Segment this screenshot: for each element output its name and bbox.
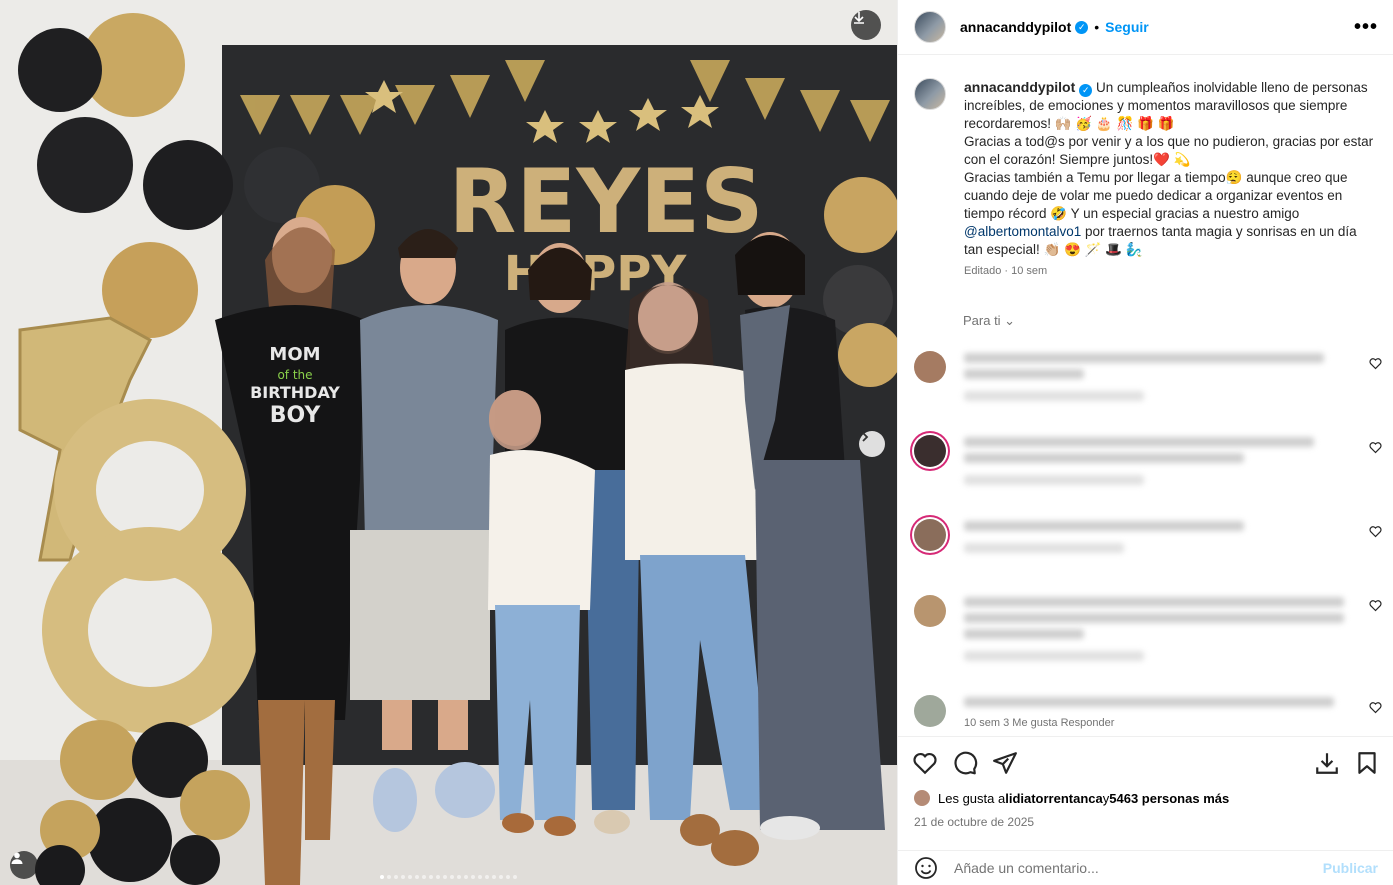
chevron-right-icon	[862, 432, 869, 442]
caption: annacanddypilot ✓ Un cumpleaños inolvidab…	[898, 56, 1393, 277]
comment-item	[898, 427, 1393, 511]
carousel-dot	[471, 875, 475, 879]
share-icon[interactable]	[992, 750, 1018, 776]
carousel-dot	[478, 875, 482, 879]
shirt-line-4: BOY	[270, 403, 322, 428]
carousel-dot	[506, 875, 510, 879]
comments-scroll[interactable]: annacanddypilot ✓ Un cumpleaños inolvidab…	[898, 56, 1393, 732]
carousel-dot	[450, 875, 454, 879]
download-icon	[854, 12, 864, 24]
comment-input[interactable]	[952, 859, 1323, 877]
post-photo[interactable]: REYES HAPPY MOM of the BIRTHDAY BOY	[0, 0, 897, 885]
caption-mention[interactable]: @albertomontalvo1	[964, 224, 1081, 239]
bookmark-icon[interactable]	[1354, 750, 1380, 776]
comment-item	[898, 595, 1393, 691]
party-scene: REYES HAPPY MOM of the BIRTHDAY BOY	[0, 0, 897, 885]
carousel-dot	[457, 875, 461, 879]
carousel-dot	[443, 875, 447, 879]
carousel-dot	[429, 875, 433, 879]
comment-item	[898, 343, 1393, 427]
comment-like-icon[interactable]	[1369, 701, 1382, 714]
carousel-dot	[422, 875, 426, 879]
comment-avatar[interactable]	[914, 435, 946, 467]
caption-avatar[interactable]	[914, 78, 946, 110]
carousel-dot	[415, 875, 419, 879]
author-username[interactable]: annacanddypilot	[960, 19, 1071, 35]
author-avatar[interactable]	[914, 11, 946, 43]
user-icon	[11, 852, 23, 864]
comment-like-icon[interactable]	[1369, 441, 1382, 454]
sort-comments[interactable]: Para ti ⌄	[963, 313, 1393, 329]
likes-summary: Les gusta a lidiatorrentanca y 5463 pers…	[914, 790, 1229, 806]
separator-dot: •	[1094, 19, 1100, 35]
shirt-line-1: MOM	[269, 344, 320, 365]
carousel-dot	[485, 875, 489, 879]
follow-button[interactable]: Seguir	[1105, 19, 1149, 35]
carousel-dot	[408, 875, 412, 879]
carousel-dot	[380, 875, 384, 879]
heart-icon[interactable]	[912, 750, 938, 776]
comment-avatar[interactable]	[914, 351, 946, 383]
carousel-dot	[394, 875, 398, 879]
more-options-icon[interactable]: •••	[1354, 16, 1378, 39]
carousel-dot	[499, 875, 503, 879]
carousel-dot	[387, 875, 391, 879]
carousel-dot	[464, 875, 468, 879]
liker-avatar[interactable]	[914, 790, 930, 806]
comment-icon[interactable]	[952, 750, 978, 776]
post-date[interactable]: 21 de octubre de 2025	[914, 815, 1034, 829]
photo-download-button[interactable]	[851, 10, 881, 40]
carousel-dot	[492, 875, 496, 879]
likes-count[interactable]: 5463 personas más	[1109, 791, 1229, 806]
comment-avatar[interactable]	[914, 595, 946, 627]
post-actions	[898, 736, 1393, 788]
comment-avatar[interactable]	[914, 519, 946, 551]
verified-badge-icon: ✓	[1075, 20, 1089, 34]
comment-avatar[interactable]	[914, 695, 946, 727]
likes-prefix: Les gusta a	[938, 790, 1006, 806]
carousel-dot	[513, 875, 517, 879]
emoji-icon[interactable]	[914, 856, 938, 880]
comment-like-icon[interactable]	[1369, 525, 1382, 538]
comment-item: 10 sem 3 Me gusta Responder	[898, 691, 1393, 732]
caption-text: annacanddypilot ✓ Un cumpleaños inolvidab…	[964, 78, 1378, 259]
carousel-indicator	[0, 875, 897, 879]
caption-line-3: Gracias también a Temu por llegar a tiem…	[964, 170, 1348, 221]
caption-username[interactable]: annacanddypilot	[964, 79, 1075, 95]
verified-badge-icon: ✓	[1079, 83, 1093, 97]
carousel-dot	[436, 875, 440, 879]
post-header: annacanddypilot ✓ • Seguir •••	[898, 0, 1393, 55]
likes-user[interactable]: lidiatorrentanca	[1005, 791, 1103, 806]
shirt-line-3: BIRTHDAY	[250, 383, 340, 402]
comment-like-icon[interactable]	[1369, 357, 1382, 370]
comment-like-icon[interactable]	[1369, 599, 1382, 612]
carousel-dot	[401, 875, 405, 879]
post-side-panel: annacanddypilot ✓ • Seguir ••• annacandd…	[897, 0, 1393, 885]
shirt-line-2: of the	[277, 368, 312, 382]
caption-edited: Editado · 10 sem	[964, 265, 1048, 277]
banner-text: REYES	[448, 150, 763, 253]
add-comment-bar: Publicar	[898, 850, 1393, 885]
next-photo-button[interactable]	[859, 431, 885, 457]
comment-item	[898, 511, 1393, 595]
publish-button[interactable]: Publicar	[1323, 860, 1378, 876]
comment-footer: 10 sem 3 Me gusta Responder	[964, 717, 1115, 729]
download-icon[interactable]	[1314, 750, 1340, 776]
caption-line-2: Gracias a tod@s por venir y a los que no…	[964, 134, 1374, 167]
